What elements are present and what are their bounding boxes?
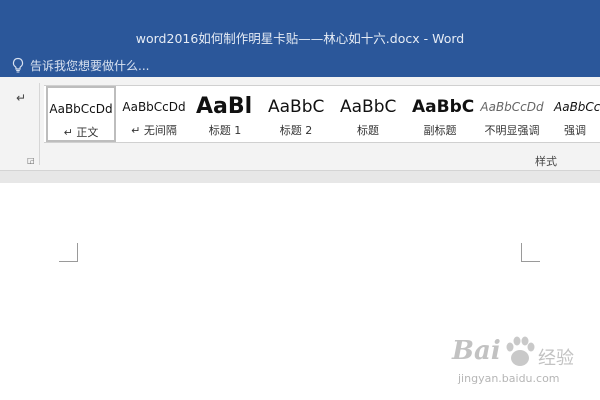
style-subtle-emphasis[interactable]: AaBbCcDd 不明显强调 <box>478 86 546 142</box>
watermark-suffix: 经验 <box>538 348 574 369</box>
lightbulb-icon <box>12 57 24 73</box>
style-label: 标题 1 <box>208 124 242 137</box>
style-label: ↵ 正文 <box>63 126 99 139</box>
style-preview: AaBbC <box>412 97 474 117</box>
paw-icon <box>506 336 535 366</box>
style-preview: AaBl <box>196 94 253 119</box>
style-label: 不明显强调 <box>484 124 540 137</box>
style-label: ↵ 无间隔 <box>131 124 177 137</box>
ribbon: ↵ ◲ AaBbCcDd ↵ 正文 AaBbCcDd ↵ 无间隔 AaBl 标题… <box>0 77 600 171</box>
page-corner-mark-right <box>521 243 540 262</box>
paragraph-dialog-launcher-icon[interactable]: ◲ <box>27 156 36 165</box>
watermark-url: jingyan.baidu.com <box>458 372 560 385</box>
style-preview: AaBbC <box>268 97 325 117</box>
style-label: 标题 2 <box>279 124 313 137</box>
styles-gallery: AaBbCcDd ↵ 正文 AaBbCcDd ↵ 无间隔 AaBl 标题 1 A… <box>44 85 600 143</box>
style-preview: AaBbCcDd <box>480 100 544 114</box>
style-label: 强调 <box>564 124 586 137</box>
title-bar: word2016如何制作明星卡贴——林心如十六.docx - Word <box>0 0 600 53</box>
style-preview: AaBbCcDd <box>554 100 600 114</box>
style-heading-1[interactable]: AaBl 标题 1 <box>192 86 258 142</box>
watermark-logo: Bai <box>452 336 501 366</box>
style-title[interactable]: AaBbC 标题 <box>334 86 402 142</box>
style-preview: AaBbCcDd <box>49 102 113 116</box>
tell-me-input[interactable]: 告诉我您想要做什么... <box>30 57 149 74</box>
style-normal[interactable]: AaBbCcDd ↵ 正文 <box>46 86 116 142</box>
watermark: Bai 经验 jingyan.baidu.com <box>452 330 592 394</box>
style-subtitle[interactable]: AaBbC 副标题 <box>406 86 474 142</box>
group-divider <box>39 83 40 165</box>
page-corner-mark-left <box>59 243 78 262</box>
style-no-spacing[interactable]: AaBbCcDd ↵ 无间隔 <box>120 86 188 142</box>
style-emphasis[interactable]: AaBbCcDd 强调 <box>550 86 600 142</box>
paragraph-mark-icon[interactable]: ↵ <box>16 91 30 105</box>
style-heading-2[interactable]: AaBbC 标题 2 <box>262 86 330 142</box>
styles-group-label: 样式 <box>535 155 557 168</box>
tell-me-bar[interactable]: 告诉我您想要做什么... <box>0 53 600 77</box>
style-label: 标题 <box>357 124 379 137</box>
style-label: 副标题 <box>423 124 457 137</box>
ruler-area <box>0 171 600 183</box>
style-preview: AaBbC <box>340 97 397 117</box>
window-title: word2016如何制作明星卡贴——林心如十六.docx - Word <box>135 31 465 46</box>
style-preview: AaBbCcDd <box>122 100 186 114</box>
